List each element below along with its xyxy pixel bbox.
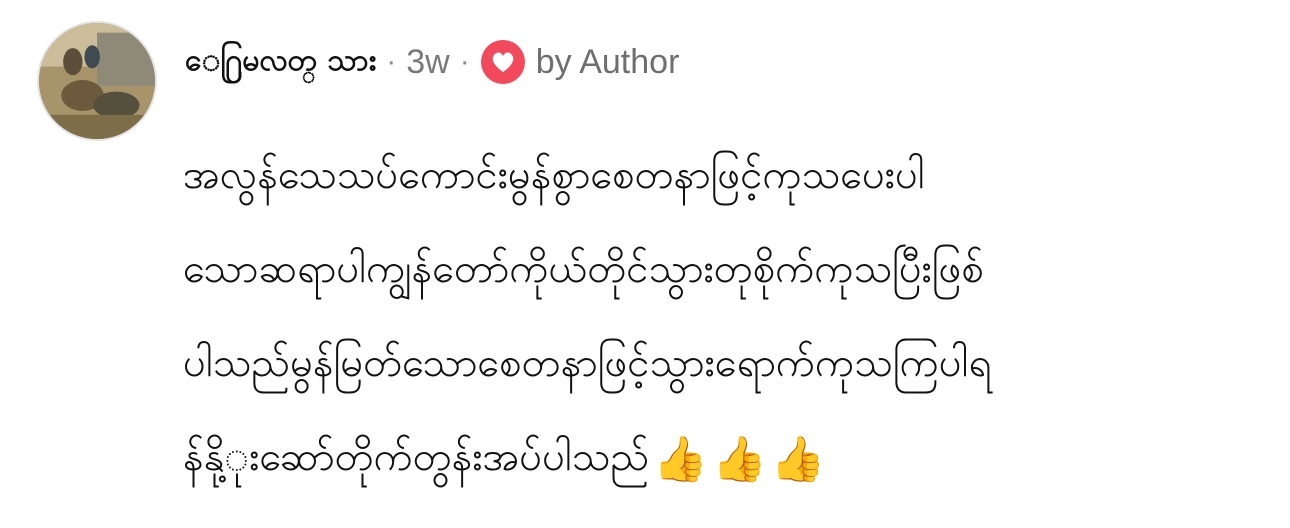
thumbs-up-icon: 👍 <box>770 434 826 485</box>
timestamp: 3w <box>406 42 450 81</box>
comment-body: အလွန်သေသပ်ကောင်းမွန်စွာစေတနာဖြင့်ကုသပေးပ… <box>183 128 1263 504</box>
comment-text-line: သောဆရာပါကျွန်တော်ကိုယ်တိုင်သွားတုစိုက်ကု… <box>183 246 984 292</box>
comment-header: ေ႐ြမလတ္ သား · 3w · by Author <box>185 34 679 90</box>
thumbs-up-icon: 👍 <box>711 434 767 485</box>
separator-dot: · <box>459 45 470 78</box>
heart-icon <box>479 39 526 85</box>
comment-text-line: ပါသည်မွန်မြတ်သောစေတနာဖြင့်သွားရောက်ကုသကြ… <box>183 340 992 386</box>
separator-dot: · <box>386 45 397 78</box>
author-name[interactable]: ေ႐ြမလတ္ သား <box>185 40 376 85</box>
avatar-photo <box>39 23 155 139</box>
comment-text-line: အလွန်သေသပ်ကောင်းမွန်စွာစေတနာဖြင့်ကုသပေးပ… <box>183 152 925 198</box>
thumbs-up-icon: 👍 <box>653 434 708 485</box>
comment-text-line-last: န်နို့ုးဆော်တိုက်တွန်းအပ်ပါသည်👍👍👍 <box>183 410 1263 504</box>
comment-text-segment: န်နို့ုးဆော်တိုက်တွန်းအပ်ပါသည် <box>183 434 650 480</box>
liked-by-author-label: by Author <box>535 42 680 81</box>
avatar[interactable] <box>37 21 157 141</box>
comment-item: ေ႐ြမလတ္ သား · 3w · by Author အလွန်သေသပ်က… <box>0 0 1290 528</box>
